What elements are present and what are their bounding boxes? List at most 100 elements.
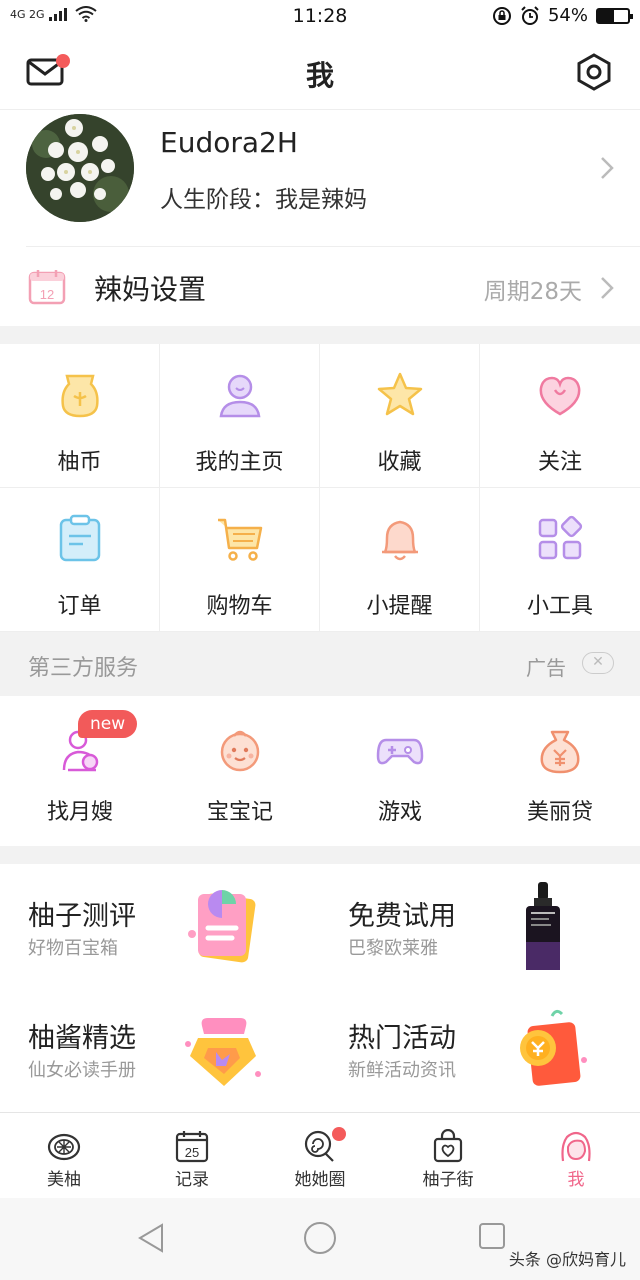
tab-label: 柚子街 <box>422 1170 474 1190</box>
profile-card[interactable]: Eudora2H 人生阶段：我是辣妈 <box>0 110 640 246</box>
grid-item-tools[interactable]: 小工具 <box>480 488 640 632</box>
tab-label: 她她圈 <box>294 1170 346 1190</box>
page-title: 我 <box>305 59 334 92</box>
home-icon[interactable] <box>303 1221 337 1255</box>
recents-icon[interactable] <box>478 1222 506 1250</box>
mom-settings-row[interactable]: 12 辣妈设置 周期28天 <box>0 248 640 326</box>
red-envelope-illustration <box>520 1009 587 1086</box>
service-label: 找月嫂 <box>46 800 113 825</box>
calendar-day-number: 12 <box>40 287 54 302</box>
bottom-tab-bar: 美柚 25 记录 她她圈 柚子街 我 <box>0 1112 640 1198</box>
review-document-illustration <box>188 890 256 963</box>
settings-button[interactable] <box>574 52 614 92</box>
settings-icon <box>577 53 611 91</box>
coin-bag-icon <box>61 374 99 418</box>
grid-item-label: 小工具 <box>526 594 593 619</box>
feature-subtitle: 仙女必读手册 <box>28 1060 136 1081</box>
tab-meiyou[interactable]: 美柚 <box>0 1113 128 1198</box>
clipboard-icon <box>59 514 101 562</box>
feature-cards: 柚子测评 好物百宝箱 免费试用 巴黎欧莱雅 柚酱精选 仙女必读手册 热门活动 新… <box>0 864 640 1110</box>
grid-item-orders[interactable]: 订单 <box>0 488 160 632</box>
calendar-day-icon: 12 <box>28 270 66 305</box>
watermark: 头条 @欣妈育儿 <box>508 1250 626 1269</box>
tab-records[interactable]: 25 记录 <box>128 1113 256 1198</box>
grid-item-label: 小提醒 <box>366 594 433 619</box>
cycle-value: 周期28天 <box>483 279 582 305</box>
person-icon <box>219 374 261 418</box>
feature-subtitle: 新鲜活动资讯 <box>348 1060 456 1081</box>
system-nav-bar: 头条 @欣妈育儿 <box>0 1198 640 1280</box>
grid-item-label: 收藏 <box>377 450 422 475</box>
grid-item-cart[interactable]: 购物车 <box>160 488 320 632</box>
section-gap <box>0 846 640 864</box>
avatar[interactable] <box>26 114 134 222</box>
top-nav: 我 <box>0 34 640 110</box>
tab-me[interactable]: 我 <box>512 1113 640 1198</box>
gem-box-illustration <box>185 1018 261 1086</box>
feature-card-reviews[interactable]: 柚子测评 好物百宝箱 <box>0 864 320 984</box>
mom-settings-label: 辣妈设置 <box>94 273 207 306</box>
battery-percent: 54% <box>547 5 588 26</box>
grid-item-favorites[interactable]: 收藏 <box>320 344 480 488</box>
service-nanny[interactable]: new 找月嫂 <box>0 696 160 846</box>
tab-label: 记录 <box>175 1170 209 1190</box>
tab-shop[interactable]: 柚子街 <box>384 1113 512 1198</box>
avatar-flowers-image <box>26 114 134 222</box>
section-title: 第三方服务 <box>28 656 139 681</box>
grid-item-reminders[interactable]: 小提醒 <box>320 488 480 632</box>
close-ad-button[interactable]: ✕ <box>582 652 614 674</box>
star-icon <box>377 372 423 416</box>
grid-item-follow[interactable]: 关注 <box>480 344 640 488</box>
grid-item-label: 关注 <box>537 450 582 475</box>
money-bag-icon <box>540 730 580 774</box>
service-baby-diary[interactable]: 宝宝记 <box>160 696 320 846</box>
service-beauty-loan[interactable]: 美丽贷 <box>480 696 640 846</box>
serum-bottle-image <box>526 882 560 970</box>
grid-item-homepage[interactable]: 我的主页 <box>160 344 320 488</box>
chevron-right-icon <box>601 157 614 179</box>
calendar-day-number: 25 <box>185 1145 199 1160</box>
third-party-header: 第三方服务 广告 ✕ <box>0 632 640 696</box>
grid-item-label: 柚币 <box>57 450 102 475</box>
baby-face-icon <box>220 730 260 772</box>
girl-icon <box>561 1131 591 1162</box>
divider <box>26 246 640 247</box>
tab-label: 我 <box>567 1170 585 1190</box>
grid-item-label: 我的主页 <box>195 450 284 475</box>
apps-icon <box>538 515 583 560</box>
chevron-right-icon <box>601 277 614 299</box>
battery-fill <box>598 9 615 22</box>
new-badge: new <box>78 710 138 738</box>
feature-title: 柚酱精选 <box>28 1023 136 1054</box>
back-icon[interactable] <box>136 1222 166 1254</box>
heart-icon <box>539 376 581 416</box>
service-games[interactable]: 游戏 <box>320 696 480 846</box>
third-party-services: new 找月嫂 宝宝记 游戏 美丽贷 <box>0 696 640 846</box>
battery-icon <box>596 7 633 24</box>
status-right: 54% <box>492 5 633 26</box>
bell-icon <box>382 520 418 561</box>
grid-item-label: 订单 <box>57 594 102 619</box>
feature-title: 柚子测评 <box>28 901 136 932</box>
cart-icon <box>218 518 263 561</box>
feature-subtitle: 好物百宝箱 <box>28 938 118 959</box>
rotation-lock-icon <box>492 6 511 25</box>
feature-title: 热门活动 <box>348 1023 456 1054</box>
grid-item-label: 购物车 <box>206 594 273 619</box>
tab-label: 美柚 <box>47 1170 81 1190</box>
life-stage: 人生阶段：我是辣妈 <box>160 187 367 213</box>
feature-title: 免费试用 <box>348 901 456 932</box>
feature-card-free-trial[interactable]: 免费试用 巴黎欧莱雅 <box>320 864 640 984</box>
alarm-icon <box>521 5 539 25</box>
pomelo-icon <box>47 1133 81 1161</box>
feature-card-events[interactable]: 热门活动 新鲜活动资讯 <box>320 986 640 1106</box>
feature-subtitle: 巴黎欧莱雅 <box>348 938 438 959</box>
service-label: 游戏 <box>377 800 422 825</box>
tab-circle[interactable]: 她她圈 <box>256 1113 384 1198</box>
username: Eudora2H <box>160 126 298 159</box>
feature-card-picks[interactable]: 柚酱精选 仙女必读手册 <box>0 986 320 1106</box>
grid-item-coins[interactable]: 柚币 <box>0 344 160 488</box>
feature-grid: 柚币 我的主页 收藏 关注 订单 购物车 小提醒 小工具 <box>0 344 640 632</box>
close-icon: ✕ <box>592 654 604 670</box>
ad-label: 广告 <box>526 656 566 680</box>
